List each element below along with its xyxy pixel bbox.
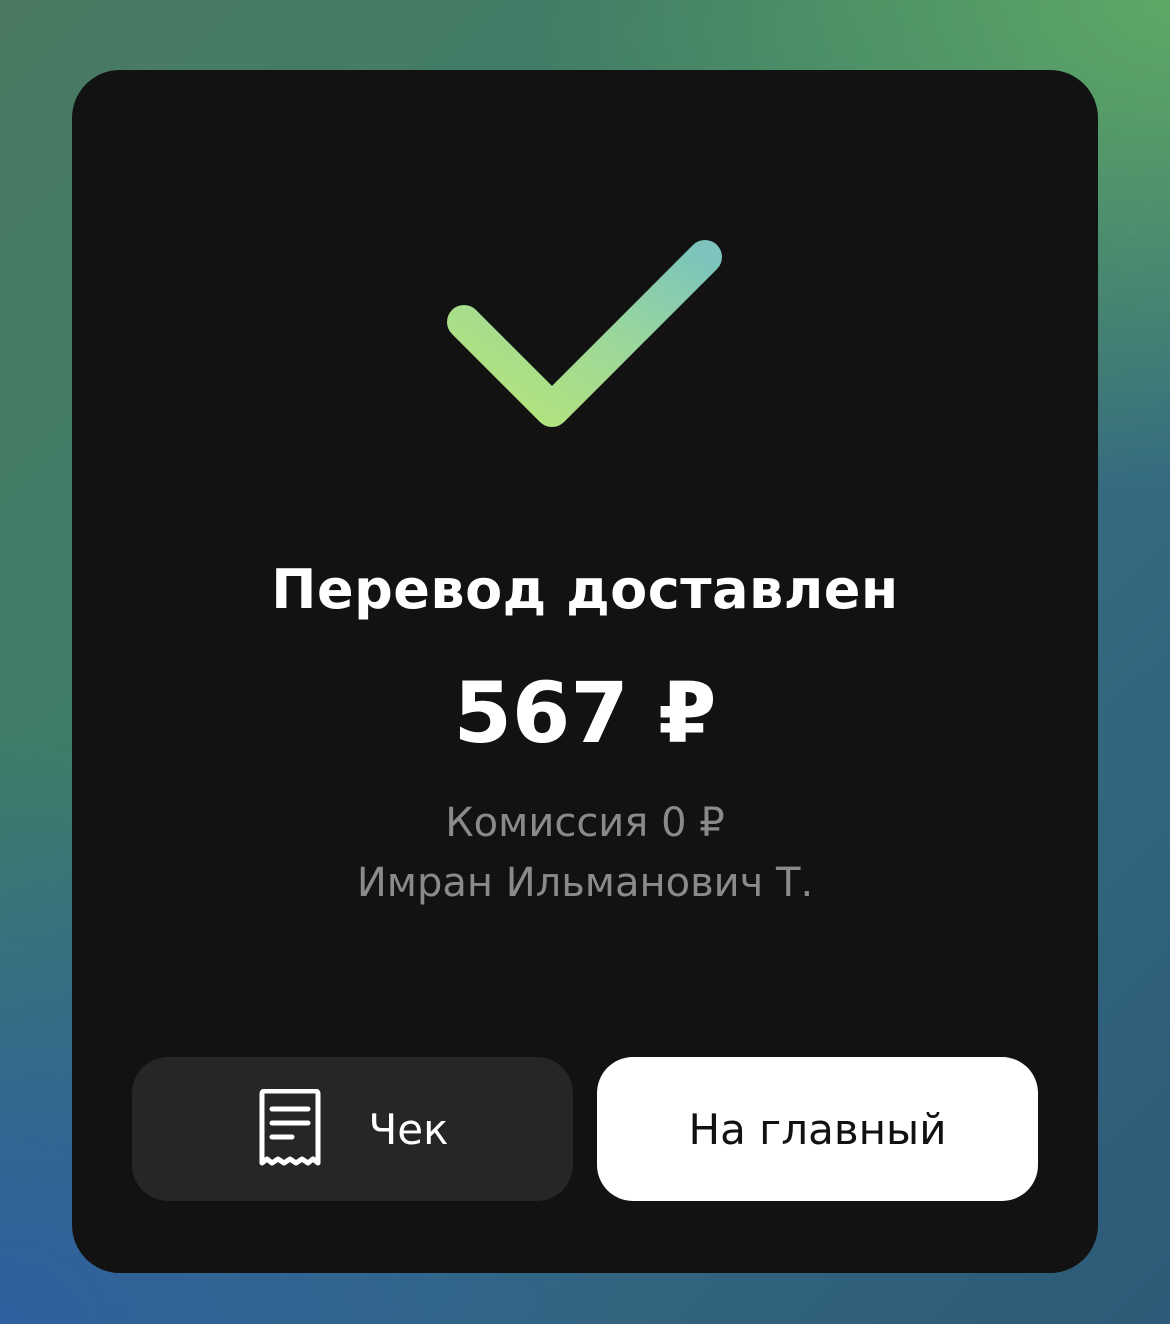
commission-text: Комиссия 0 ₽: [445, 800, 725, 846]
transfer-amount: 567 ₽: [453, 664, 717, 762]
receipt-icon: [256, 1088, 324, 1169]
receipt-button[interactable]: Чек: [132, 1057, 573, 1201]
status-title: Перевод доставлен: [271, 558, 899, 621]
receipt-button-label: Чек: [368, 1104, 449, 1154]
home-button[interactable]: На главный: [597, 1057, 1038, 1201]
recipient-name: Имран Ильманович Т.: [356, 860, 814, 906]
checkmark-icon: [440, 230, 730, 440]
home-button-label: На главный: [688, 1104, 947, 1154]
